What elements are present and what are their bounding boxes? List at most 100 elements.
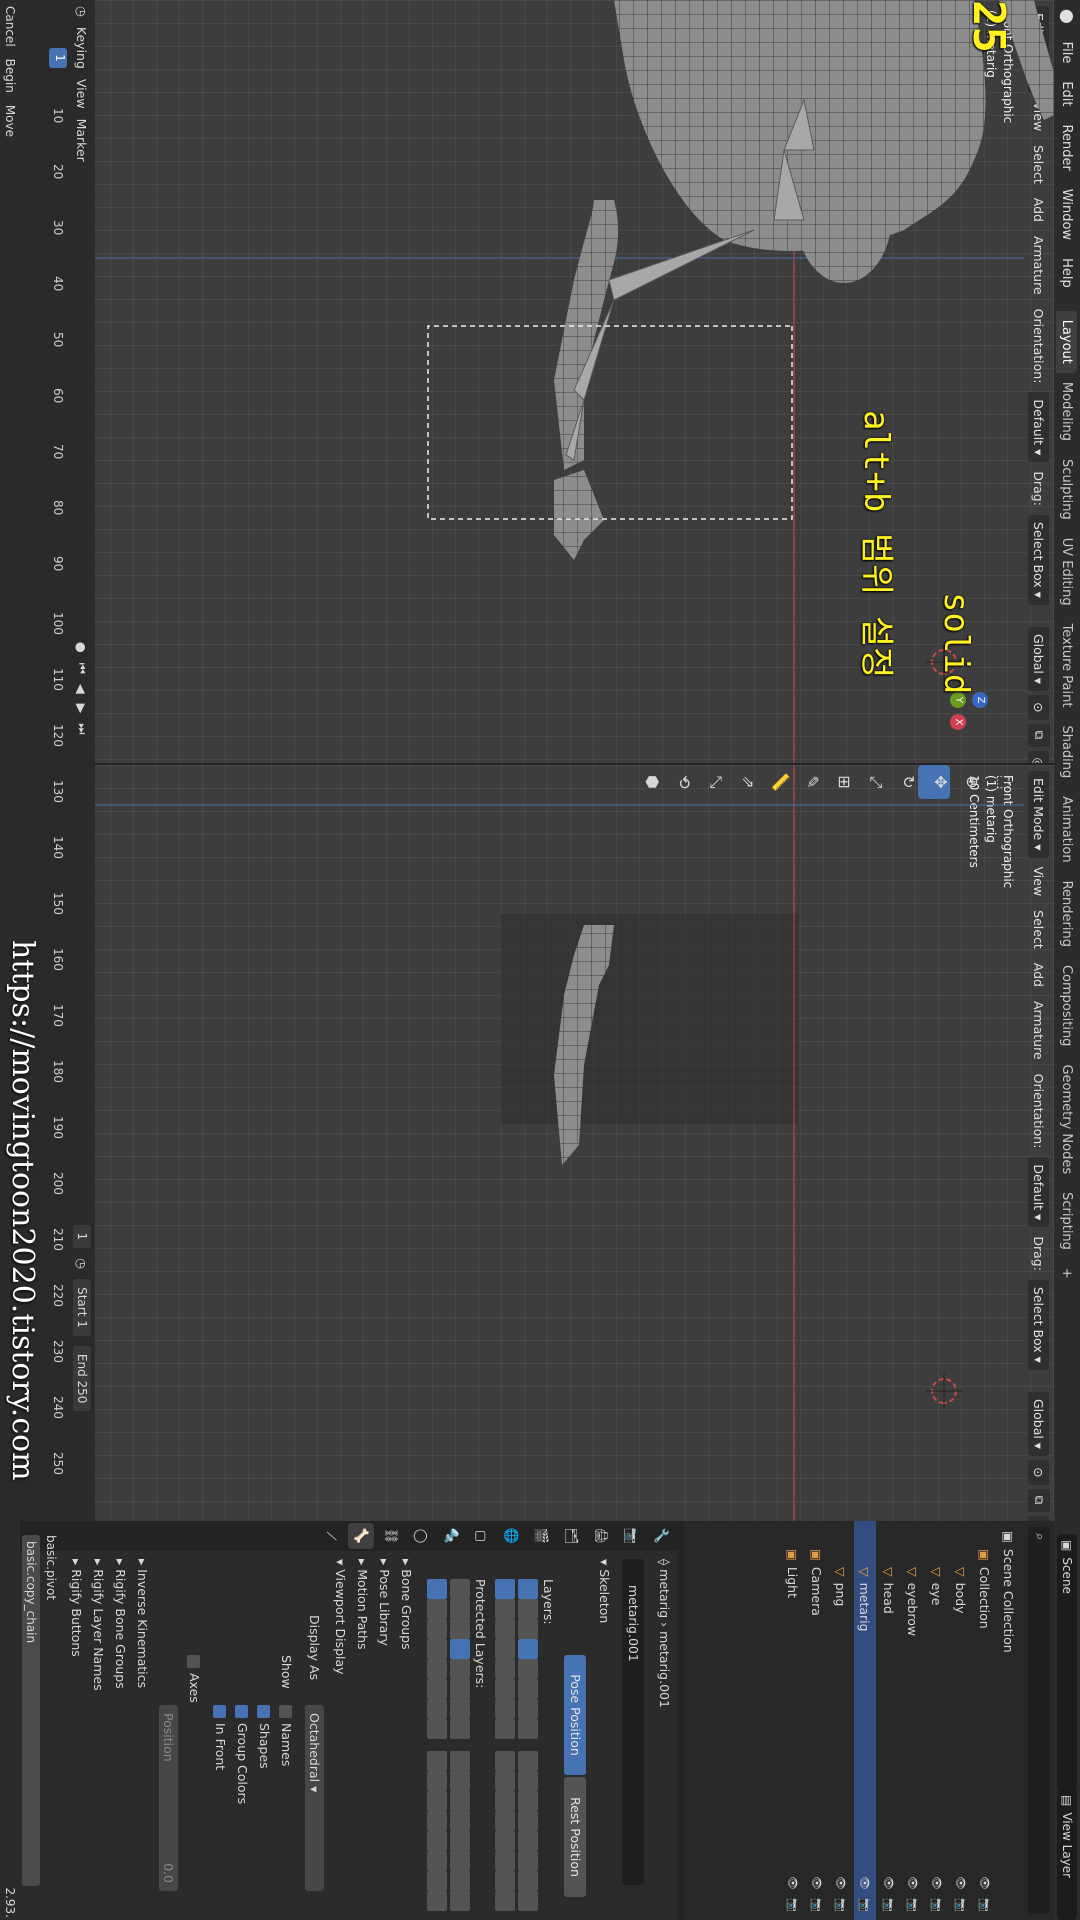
- world-tab-icon[interactable]: 🌐: [498, 1523, 524, 1549]
- layer-toggle[interactable]: [495, 1871, 515, 1891]
- visibility-icon[interactable]: 👁: [811, 1876, 824, 1890]
- armature-data-tab-icon[interactable]: 🦴: [348, 1523, 374, 1549]
- panel-rigify-layer-names[interactable]: ▸ Rigify Layer Names: [91, 1559, 106, 1691]
- axes-checkbox-icon[interactable]: [187, 1655, 200, 1668]
- record-icon[interactable]: ●: [75, 642, 90, 653]
- tab-texture-paint[interactable]: Texture Paint: [1057, 615, 1078, 717]
- layer-toggle[interactable]: [427, 1871, 447, 1891]
- layers-grid[interactable]: [492, 1579, 538, 1919]
- panel-motion-paths[interactable]: ▸ Motion Paths: [355, 1559, 370, 1650]
- menu-marker[interactable]: Marker: [75, 119, 90, 162]
- layer-toggle[interactable]: [450, 1811, 470, 1831]
- tab-animation[interactable]: Animation: [1057, 787, 1078, 871]
- layer-toggle[interactable]: [450, 1871, 470, 1891]
- pose-position-button[interactable]: Pose Position: [564, 1655, 586, 1775]
- timeline-ruler[interactable]: 1102030405060708090100110120130140150160…: [47, 0, 67, 1521]
- show-group-colors-checkbox[interactable]: Group Colors: [235, 1705, 250, 1804]
- menu-edit[interactable]: Edit: [1060, 72, 1075, 115]
- layer-toggle[interactable]: [427, 1699, 447, 1719]
- menu-keying[interactable]: Keying: [75, 27, 90, 69]
- outliner-item-light[interactable]: ▣ Light 👁 📷: [782, 1521, 804, 1920]
- layer-toggle[interactable]: [450, 1679, 470, 1699]
- object-tab-icon[interactable]: ▢: [468, 1523, 494, 1549]
- render-visibility-icon[interactable]: 📷: [883, 1898, 896, 1912]
- layer-toggle[interactable]: [450, 1619, 470, 1639]
- layer-toggle[interactable]: [518, 1639, 538, 1659]
- layer-toggle[interactable]: [427, 1771, 447, 1791]
- layer-toggle[interactable]: [450, 1699, 470, 1719]
- layer-toggle[interactable]: [450, 1831, 470, 1851]
- layer-toggle[interactable]: [450, 1719, 470, 1739]
- rigify-type-field[interactable]: basic.copy_chain: [22, 1535, 40, 1886]
- names-checkbox-icon[interactable]: [279, 1705, 292, 1718]
- layer-toggle[interactable]: [495, 1699, 515, 1719]
- layer-toggle[interactable]: [427, 1659, 447, 1679]
- render-visibility-icon[interactable]: 📷: [835, 1898, 848, 1912]
- scene-selector[interactable]: ▣ Scene: [1057, 1534, 1077, 1790]
- menu-view[interactable]: View: [75, 79, 90, 109]
- layer-toggle[interactable]: [427, 1891, 447, 1911]
- blender-logo-icon[interactable]: ⬤: [1060, 0, 1075, 33]
- layer-toggle[interactable]: [450, 1579, 470, 1599]
- menu-help[interactable]: Help: [1060, 249, 1075, 297]
- layer-toggle[interactable]: [518, 1751, 538, 1771]
- show-in-front-checkbox[interactable]: In Front: [213, 1705, 228, 1770]
- layer-toggle[interactable]: [518, 1679, 538, 1699]
- layer-toggle[interactable]: [518, 1811, 538, 1831]
- layer-toggle[interactable]: [450, 1771, 470, 1791]
- tab-scripting[interactable]: Scripting: [1057, 1183, 1078, 1259]
- outliner-item-png[interactable]: ▽ png 👁 📷: [830, 1521, 852, 1920]
- layer-toggle[interactable]: [518, 1791, 538, 1811]
- visibility-icon[interactable]: 👁: [931, 1876, 944, 1890]
- tab-rendering[interactable]: Rendering: [1057, 872, 1078, 956]
- render-visibility-icon[interactable]: 📷: [931, 1898, 944, 1912]
- in-front-checkbox-icon[interactable]: [213, 1705, 226, 1718]
- tab-uv-editing[interactable]: UV Editing: [1057, 529, 1078, 615]
- outliner-item-eye[interactable]: ▽ eye 👁 📷: [926, 1521, 948, 1920]
- tab-geometry-nodes[interactable]: Geometry Nodes: [1057, 1055, 1078, 1183]
- visibility-icon[interactable]: 👁: [907, 1876, 920, 1890]
- gizmo-y[interactable]: Y: [950, 692, 966, 708]
- jump-end-icon[interactable]: ⏭: [74, 723, 90, 734]
- viewport-left[interactable]: Edit Mode ▾ View Select Add Armature Ori…: [95, 0, 1054, 763]
- axes-checkbox[interactable]: Axes: [187, 1655, 202, 1703]
- outliner-item-head[interactable]: ▽ head 👁 📷: [878, 1521, 900, 1920]
- layer-toggle[interactable]: [495, 1831, 515, 1851]
- view-layer-selector[interactable]: ▤ View Layer: [1057, 1789, 1077, 1920]
- panel-bone-groups[interactable]: ▸ Bone Groups: [399, 1559, 414, 1650]
- armature-data-field[interactable]: metarig.001: [622, 1559, 644, 1885]
- render-tab-icon[interactable]: 📷: [618, 1523, 644, 1549]
- layer-toggle[interactable]: [495, 1639, 515, 1659]
- visibility-icon[interactable]: 👁: [883, 1876, 896, 1890]
- render-visibility-icon[interactable]: 📷: [859, 1898, 872, 1912]
- render-visibility-icon[interactable]: 📷: [811, 1898, 824, 1912]
- layer-toggle[interactable]: [518, 1579, 538, 1599]
- preview-range-icon[interactable]: ◷: [75, 1258, 90, 1269]
- render-visibility-icon[interactable]: 📷: [955, 1898, 968, 1912]
- visibility-icon[interactable]: 👁: [787, 1876, 800, 1890]
- menu-window[interactable]: Window: [1060, 180, 1075, 249]
- jump-start-icon[interactable]: ⏮: [74, 663, 90, 674]
- layer-toggle[interactable]: [427, 1579, 447, 1599]
- layer-toggle[interactable]: [518, 1891, 538, 1911]
- layer-toggle[interactable]: [450, 1639, 470, 1659]
- visibility-icon[interactable]: 👁: [859, 1876, 872, 1890]
- timeline-editor-icon[interactable]: ◷: [75, 6, 90, 17]
- layer-toggle[interactable]: [427, 1599, 447, 1619]
- panel-inverse-kinematics[interactable]: ▸ Inverse Kinematics: [135, 1559, 150, 1688]
- outliner-item-eyebrow[interactable]: ▽ eyebrow 👁 📷: [902, 1521, 924, 1920]
- bone-tab-icon[interactable]: ⟋: [318, 1523, 344, 1549]
- end-frame-field[interactable]: End 250: [73, 1345, 91, 1412]
- render-visibility-icon[interactable]: 📷: [907, 1898, 920, 1912]
- modifiers-tab-icon[interactable]: 🔩: [438, 1523, 464, 1549]
- view-layer-tab-icon[interactable]: 🗂: [558, 1523, 584, 1549]
- layer-toggle[interactable]: [518, 1831, 538, 1851]
- layer-toggle[interactable]: [518, 1851, 538, 1871]
- skeleton-panel-header[interactable]: ▾ Skeleton: [597, 1559, 612, 1623]
- layer-toggle[interactable]: [427, 1619, 447, 1639]
- display-as-dropdown[interactable]: Octahedral ▾: [305, 1705, 324, 1891]
- layer-toggle[interactable]: [495, 1579, 515, 1599]
- menu-render[interactable]: Render: [1060, 116, 1075, 180]
- tab-modeling[interactable]: Modeling: [1057, 373, 1078, 450]
- outliner-item-camera[interactable]: ▣ Camera 👁 📷: [806, 1521, 828, 1920]
